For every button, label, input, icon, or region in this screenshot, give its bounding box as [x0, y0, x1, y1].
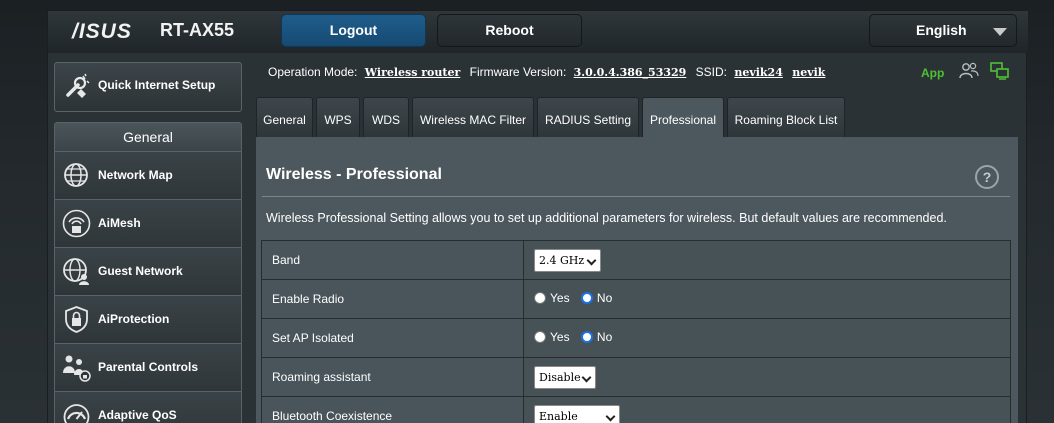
radio-label: Yes	[550, 330, 570, 344]
radio-label: Yes	[550, 291, 570, 305]
radio-label: No	[596, 291, 613, 305]
op-mode-label: Operation Mode:	[268, 65, 358, 79]
table-row: Bluetooth Coexistence Enable	[261, 396, 1011, 423]
chevron-down-icon	[581, 372, 592, 382]
sidebar-item-label: Network Map	[98, 168, 173, 182]
radio-button-selected[interactable]	[580, 331, 593, 343]
router-admin-page: /ISUS RT-AX55 Logout Reboot English Oper…	[47, 10, 1028, 423]
divider	[262, 196, 1010, 197]
qis-label: Quick Internet Setup	[98, 78, 216, 92]
chevron-down-icon	[586, 255, 597, 265]
ssid-link-2[interactable]: nevik	[792, 66, 825, 79]
sidebar-item-aimesh[interactable]: AiMesh	[55, 200, 241, 248]
logout-button[interactable]: Logout	[281, 14, 426, 47]
help-icon[interactable]: ?	[975, 165, 999, 189]
guest-network-icon	[63, 258, 89, 285]
roaming-assistant-select[interactable]: Disable	[534, 365, 596, 389]
tab-radius-setting[interactable]: RADIUS Setting	[537, 97, 639, 137]
globe-network-icon	[64, 163, 88, 187]
enable-radio-no[interactable]: No	[580, 291, 613, 305]
language-label: English	[916, 22, 967, 38]
top-bar: /ISUS RT-AX55 Logout Reboot English	[48, 11, 1028, 53]
bluetooth-coexistence-select[interactable]: Enable	[534, 404, 620, 423]
sidebar-item-network-map[interactable]: Network Map	[55, 152, 241, 200]
network-status-icon[interactable]	[990, 62, 1010, 80]
family-icon	[63, 355, 91, 382]
enable-radio-yes[interactable]: Yes	[534, 291, 570, 305]
sidebar-item-parental-controls[interactable]: Parental Controls	[55, 344, 241, 392]
sidebar-item-label: Parental Controls	[98, 360, 199, 374]
wrench-wand-icon	[66, 73, 90, 98]
table-row: Roaming assistant Disable	[261, 357, 1011, 397]
sidebar-menu: General Network Map AiMesh Guest Network…	[54, 122, 242, 423]
firmware-label: Firmware Version:	[469, 65, 567, 79]
lock-shield-icon	[65, 306, 88, 333]
aimesh-icon	[62, 209, 91, 238]
chevron-down-icon	[605, 411, 616, 421]
setting-label-enable-radio: Enable Radio	[261, 279, 524, 319]
table-row: Enable Radio Yes No	[261, 279, 1011, 319]
asus-logo[interactable]: /ISUS	[72, 20, 132, 44]
sidebar-item-label: AiProtection	[98, 312, 170, 326]
radio-label: No	[596, 330, 613, 344]
ssid-label: SSID:	[695, 65, 728, 79]
content-panel: Wireless - Professional ? Wireless Profe…	[256, 137, 1018, 423]
status-bar: Operation Mode: Wireless router Firmware…	[268, 65, 831, 79]
table-row: Set AP Isolated Yes No	[261, 318, 1011, 358]
settings-table: Band 2.4 GHz Enable Radio Yes No Set AP …	[261, 240, 1011, 423]
model-name: RT-AX55	[160, 20, 235, 40]
speedometer-icon	[63, 404, 90, 423]
sidebar-item-label: Adaptive QoS	[98, 408, 177, 422]
tab-wds[interactable]: WDS	[363, 97, 409, 137]
setting-label-bluetooth-coexistence: Bluetooth Coexistence	[261, 396, 524, 423]
tab-general[interactable]: General	[256, 97, 313, 137]
page-title: Wireless - Professional	[266, 166, 442, 183]
sidebar-section-title: General	[55, 123, 241, 152]
tab-wireless-mac-filter[interactable]: Wireless MAC Filter	[412, 97, 534, 137]
setting-label-roaming-assistant: Roaming assistant	[261, 357, 524, 397]
firmware-link[interactable]: 3.0.0.4.386_53329	[574, 66, 687, 79]
radio-button-selected[interactable]	[580, 292, 593, 304]
ap-isolated-yes[interactable]: Yes	[534, 330, 570, 344]
table-row: Band 2.4 GHz	[261, 240, 1011, 280]
sidebar-item-aiprotection[interactable]: AiProtection	[55, 296, 241, 344]
op-mode-link[interactable]: Wireless router	[365, 66, 461, 79]
quick-internet-setup-button[interactable]: Quick Internet Setup	[54, 62, 242, 112]
radio-button[interactable]	[534, 292, 546, 304]
sidebar-item-guest-network[interactable]: Guest Network	[55, 248, 241, 296]
roaming-select-value: Disable	[539, 370, 581, 384]
sidebar-item-label: AiMesh	[98, 216, 141, 230]
setting-label-band: Band	[261, 240, 524, 280]
app-link[interactable]: App	[921, 66, 944, 80]
setting-label-ap-isolated: Set AP Isolated	[261, 318, 524, 358]
sidebar-item-label: Guest Network	[98, 264, 183, 278]
tab-roaming-block-list[interactable]: Roaming Block List	[727, 97, 845, 137]
page-description: Wireless Professional Setting allows you…	[266, 211, 947, 225]
reboot-button[interactable]: Reboot	[437, 14, 582, 47]
band-select-value: 2.4 GHz	[539, 253, 585, 267]
sidebar-item-adaptive-qos[interactable]: Adaptive QoS	[55, 392, 241, 423]
tab-wps[interactable]: WPS	[316, 97, 360, 137]
tab-professional[interactable]: Professional	[642, 97, 724, 137]
ap-isolated-no[interactable]: No	[580, 330, 613, 344]
band-select[interactable]: 2.4 GHz	[534, 248, 601, 272]
radio-button[interactable]	[534, 331, 546, 343]
language-select[interactable]: English	[869, 14, 1017, 47]
users-icon[interactable]	[959, 62, 979, 80]
bluetooth-select-value: Enable	[539, 409, 578, 423]
chevron-down-icon	[993, 28, 1007, 36]
ssid-link-1[interactable]: nevik24	[734, 66, 783, 79]
